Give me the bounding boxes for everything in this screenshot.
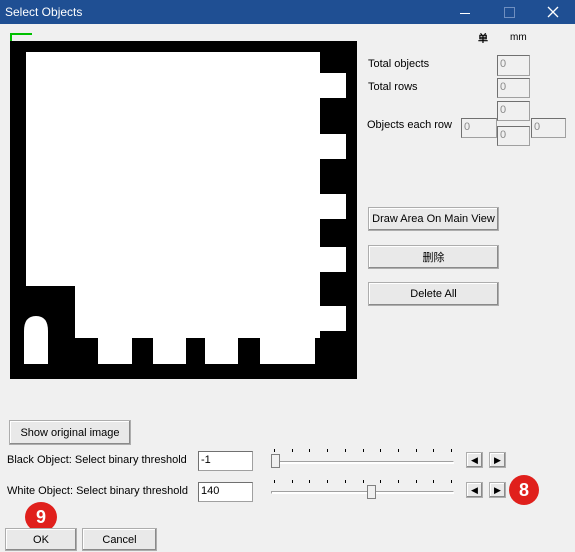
show-original-image-button[interactable]: Show original image (9, 420, 131, 445)
arrow-right-icon: ▶ (494, 484, 501, 495)
slider-tick (345, 449, 346, 452)
black-threshold-label: Black Object: Select binary threshold (7, 454, 187, 466)
minimize-icon (460, 12, 470, 14)
annotation-badge-8: 8 (509, 475, 539, 505)
black-threshold-input[interactable]: -1 (198, 451, 253, 471)
slider-tick (292, 449, 293, 452)
unit-label-mm: mm (510, 32, 527, 43)
close-button[interactable] (531, 0, 575, 24)
slider-tick (274, 449, 275, 452)
delete-button[interactable]: 删除 (368, 245, 499, 269)
arrow-left-icon: ◀ (471, 484, 478, 495)
maximize-icon (503, 6, 515, 18)
slider-tick (398, 480, 399, 483)
arrow-left-icon: ◀ (471, 454, 478, 465)
objects-each-row-top-field: 0 (497, 101, 530, 121)
white-threshold-decrement[interactable]: ◀ (466, 482, 483, 498)
objects-each-row-right-field: 0 (531, 118, 566, 138)
slider-tick (433, 480, 434, 483)
white-threshold-label: White Object: Select binary threshold (7, 485, 188, 497)
slider-tick (416, 449, 417, 452)
slider-tick (380, 480, 381, 483)
arrow-right-icon: ▶ (494, 454, 501, 465)
objects-each-row-left-field: 0 (461, 118, 497, 138)
white-threshold-thumb[interactable] (367, 485, 376, 499)
total-objects-label: Total objects (368, 58, 430, 70)
slider-tick (363, 449, 364, 452)
ok-button[interactable]: OK (5, 528, 77, 551)
total-rows-label: Total rows (368, 81, 418, 93)
black-threshold-increment[interactable]: ▶ (489, 452, 506, 468)
slider-tick (345, 480, 346, 483)
black-threshold-thumb[interactable] (271, 454, 280, 468)
title-bar: Select Objects (0, 0, 575, 24)
slider-tick (327, 480, 328, 483)
slider-tick (398, 449, 399, 452)
window-title: Select Objects (5, 5, 83, 19)
slider-tick (309, 480, 310, 483)
slider-tick (309, 449, 310, 452)
draw-area-button[interactable]: Draw Area On Main View (368, 207, 499, 231)
slider-tick (433, 449, 434, 452)
white-threshold-track (271, 491, 454, 494)
unit-label-cn: 单 (478, 34, 488, 45)
black-threshold-decrement[interactable]: ◀ (466, 452, 483, 468)
binary-image-preview[interactable] (10, 41, 357, 379)
white-threshold-increment[interactable]: ▶ (489, 482, 506, 498)
slider-tick (363, 480, 364, 483)
black-threshold-track (271, 461, 454, 464)
objects-each-row-label: Objects each row (367, 119, 452, 131)
objects-each-row-bottom-field: 0 (497, 126, 530, 146)
close-icon (547, 6, 559, 18)
white-threshold-slider[interactable] (271, 477, 454, 503)
slider-tick (292, 480, 293, 483)
total-objects-field: 0 (497, 55, 530, 76)
slider-tick (416, 480, 417, 483)
total-rows-field: 0 (497, 78, 530, 98)
slider-tick (380, 449, 381, 452)
binary-image-shape (24, 52, 346, 364)
black-threshold-slider[interactable] (271, 446, 454, 472)
delete-all-button[interactable]: Delete All (368, 282, 499, 306)
minimize-button[interactable] (443, 0, 487, 24)
slider-tick (451, 480, 452, 483)
maximize-button (487, 0, 531, 24)
slider-tick (451, 449, 452, 452)
slider-tick (327, 449, 328, 452)
cancel-button[interactable]: Cancel (82, 528, 157, 551)
white-threshold-input[interactable]: 140 (198, 482, 253, 502)
slider-tick (274, 480, 275, 483)
